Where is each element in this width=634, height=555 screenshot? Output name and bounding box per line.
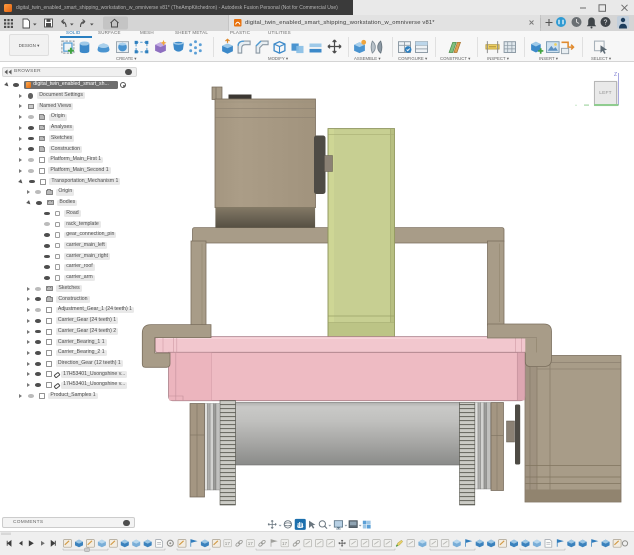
svg-text:17: 17	[225, 541, 231, 546]
svg-text:17: 17	[248, 541, 254, 546]
svg-text:17: 17	[282, 541, 288, 546]
svg-text:?: ?	[604, 20, 608, 27]
svg-text:Z: Z	[614, 72, 617, 78]
